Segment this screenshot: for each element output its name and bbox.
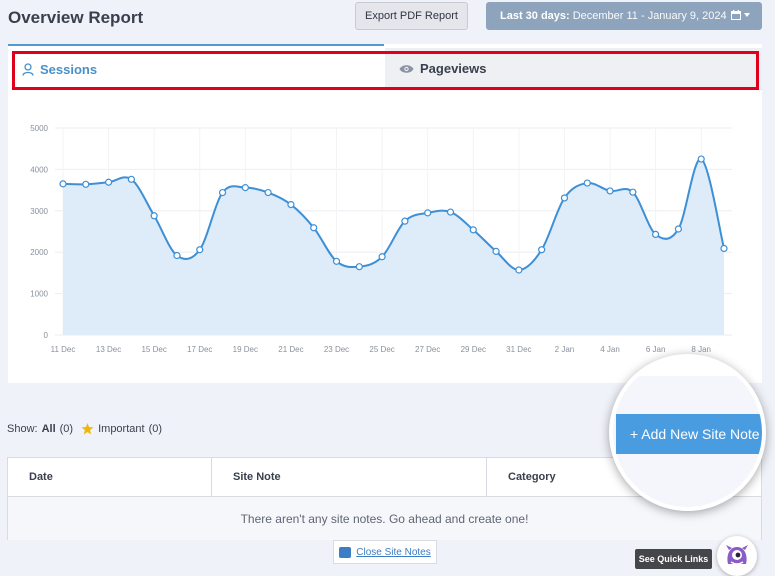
data-point (332, 257, 341, 265)
mascot-icon[interactable] (717, 536, 757, 576)
data-point (446, 208, 455, 216)
show-label: Show: (7, 423, 38, 435)
chevron-down-icon (744, 13, 750, 17)
date-range-value: December 11 - January 9, 2024 (572, 10, 727, 22)
close-site-notes-label: Close Site Notes (356, 546, 431, 558)
user-icon (22, 62, 34, 76)
tab-pageviews[interactable]: Pageviews (385, 48, 762, 90)
magnifier-card-edge (613, 358, 762, 376)
close-site-notes-button[interactable]: Close Site Notes (333, 540, 437, 564)
data-point (173, 251, 181, 260)
data-point (196, 246, 204, 254)
x-tick-label: 13 Dec (96, 345, 121, 354)
x-tick-label: 17 Dec (187, 345, 212, 354)
data-point (127, 175, 135, 183)
x-tick-label: 25 Dec (369, 345, 394, 354)
y-tick-label: 4000 (30, 165, 48, 174)
data-point (583, 179, 591, 187)
x-tick-label: 19 Dec (233, 345, 258, 354)
data-point (264, 188, 272, 197)
tab-pageviews-label: Pageviews (420, 61, 487, 76)
x-tick-label: 8 Jan (691, 345, 711, 354)
page-title: Overview Report (8, 8, 144, 27)
data-point (378, 253, 386, 261)
x-tick-label: 29 Dec (461, 345, 486, 354)
y-tick-label: 2000 (30, 248, 48, 257)
export-pdf-button[interactable]: Export PDF Report (355, 2, 468, 30)
filter-all-count: (0) (59, 423, 74, 435)
x-tick-label: 27 Dec (415, 345, 440, 354)
filter-important[interactable]: Important (98, 423, 144, 435)
data-point (629, 188, 637, 196)
y-tick-label: 0 (44, 331, 49, 340)
x-tick-label: 31 Dec (506, 345, 531, 354)
sessions-chart: 0 1000 2000 3000 4000 5000 11 Dec 13 Dec 15 Dec 1… (30, 124, 732, 354)
data-point (538, 246, 546, 254)
metric-tabs: Sessions Pageviews (8, 48, 762, 90)
add-site-note-button[interactable]: + Add New Site Note (616, 414, 762, 454)
data-point (218, 188, 227, 197)
data-point (674, 225, 683, 233)
data-point (310, 224, 318, 232)
quick-links-tooltip[interactable]: See Quick Links (635, 549, 712, 569)
data-point (355, 263, 363, 271)
y-tick-label: 3000 (30, 207, 48, 216)
data-point (560, 194, 569, 202)
data-point (652, 230, 660, 238)
active-tab-indicator (8, 44, 384, 46)
y-tick-label: 5000 (30, 124, 48, 133)
x-tick-label: 2 Jan (555, 345, 575, 354)
data-point (287, 200, 295, 209)
tab-sessions-label: Sessions (40, 61, 98, 77)
y-tick-label: 1000 (30, 290, 48, 299)
date-range-prefix: Last 30 days: (500, 10, 570, 22)
data-point (720, 244, 728, 253)
data-point (424, 209, 432, 217)
note-icon (339, 546, 352, 558)
empty-notes-message: There aren't any site notes. Go ahead an… (8, 497, 761, 540)
data-point (150, 212, 158, 220)
star-icon[interactable] (81, 423, 94, 435)
zoom-magnifier: + Add New Site Note (609, 354, 766, 511)
data-point (59, 180, 67, 188)
data-point (697, 155, 705, 163)
filter-important-count: (0) (148, 423, 163, 435)
sessions-area-fill (63, 158, 724, 335)
tab-sessions[interactable]: Sessions (8, 48, 385, 90)
x-tick-label: 15 Dec (141, 345, 166, 354)
date-range-button[interactable]: Last 30 days: December 11 - January 9, 2… (486, 2, 762, 30)
data-point (469, 226, 477, 234)
column-date[interactable]: Date (8, 458, 212, 496)
calendar-icon (731, 10, 750, 20)
data-point (104, 178, 113, 186)
monster-avatar-icon (726, 545, 748, 565)
x-tick-label: 21 Dec (278, 345, 303, 354)
notes-filter: Show: All (0) Important (0) (7, 423, 162, 435)
data-point (515, 266, 523, 274)
eye-icon (399, 64, 414, 73)
x-tick-label: 11 Dec (51, 345, 76, 354)
filter-all[interactable]: All (42, 423, 56, 435)
data-point (606, 187, 614, 195)
x-tick-label: 4 Jan (600, 345, 620, 354)
x-tick-label: 23 Dec (324, 345, 349, 354)
data-point (241, 184, 249, 192)
data-point (492, 247, 500, 255)
column-site-note[interactable]: Site Note (212, 458, 487, 496)
data-point (82, 180, 90, 188)
x-tick-label: 6 Jan (646, 345, 666, 354)
data-point (401, 217, 409, 225)
